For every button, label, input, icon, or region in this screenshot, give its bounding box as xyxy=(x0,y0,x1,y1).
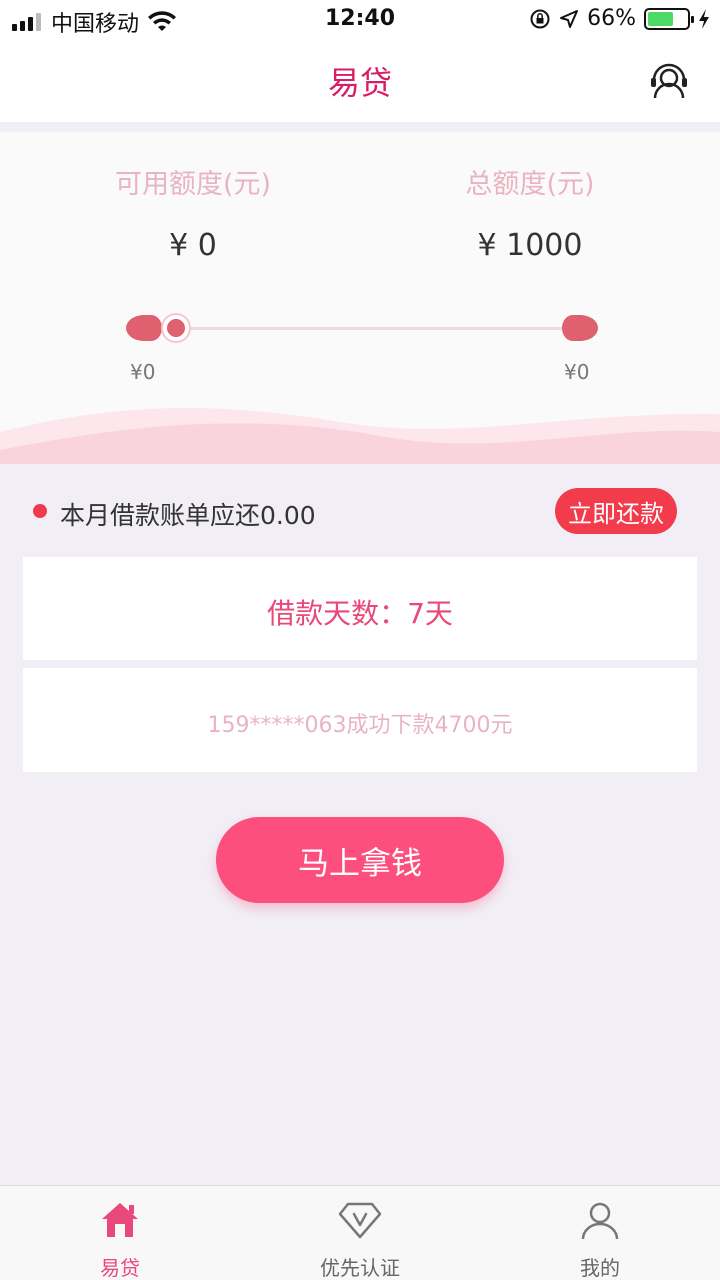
battery-percent: 66% xyxy=(587,6,636,31)
customer-service-icon[interactable] xyxy=(648,58,690,100)
battery-icon xyxy=(644,7,694,30)
decorative-wave xyxy=(0,408,720,464)
monthly-bill-text: 本月借款账单应还0.00 xyxy=(60,501,316,530)
user-icon xyxy=(581,1202,619,1240)
home-icon xyxy=(102,1203,138,1237)
slider-max-marker xyxy=(562,315,598,341)
quota-slider-track xyxy=(160,327,580,330)
monthly-bill-row: 本月借款账单应还0.00 立即还款 xyxy=(0,486,720,536)
nav-bar: 易贷 xyxy=(0,40,720,122)
total-quota-value: ¥ 1000 xyxy=(477,228,583,263)
bill-dot-indicator xyxy=(33,504,47,518)
charging-icon xyxy=(699,8,709,29)
loan-notice-card: 159*****063成功下款4700元 xyxy=(23,668,697,772)
quota-panel: 可用额度(元) 总额度(元) ¥ 0 ¥ 1000 ¥0 ¥0 xyxy=(0,132,720,464)
tab-priority-auth[interactable]: 优先认证 xyxy=(240,1186,480,1280)
slider-min-label: ¥0 xyxy=(130,360,156,384)
slider-max-label: ¥0 xyxy=(564,360,590,384)
tab-home[interactable]: 易贷 xyxy=(0,1186,240,1280)
location-icon xyxy=(560,9,579,28)
quota-slider-thumb[interactable] xyxy=(161,313,191,343)
status-right: 66% xyxy=(529,6,710,31)
total-quota-label: 总额度(元) xyxy=(465,169,595,200)
tab-priority-auth-label: 优先认证 xyxy=(320,1256,400,1280)
tab-mine-label: 我的 xyxy=(580,1256,620,1280)
repay-now-button[interactable]: 立即还款 xyxy=(555,488,677,534)
status-bar: 中国移动 12:40 66% xyxy=(0,0,720,40)
available-quota-value: ¥ 0 xyxy=(169,228,217,263)
available-quota-label: 可用额度(元) xyxy=(114,169,272,200)
tab-bar: 易贷 优先认证 我的 xyxy=(0,1185,720,1280)
loan-days-card[interactable]: 借款天数：7天 xyxy=(23,557,697,660)
tab-home-label: 易贷 xyxy=(100,1256,140,1280)
loan-notice-text: 159*****063成功下款4700元 xyxy=(207,713,513,738)
orientation-lock-icon xyxy=(530,9,550,28)
loan-days-text: 借款天数：7天 xyxy=(267,597,453,630)
slider-min-marker xyxy=(126,315,162,341)
diamond-v-icon xyxy=(338,1202,382,1239)
page-title: 易贷 xyxy=(327,64,392,102)
get-money-button[interactable]: 马上拿钱 xyxy=(216,817,504,903)
tab-mine[interactable]: 我的 xyxy=(480,1186,720,1280)
battery-fill xyxy=(648,11,674,26)
